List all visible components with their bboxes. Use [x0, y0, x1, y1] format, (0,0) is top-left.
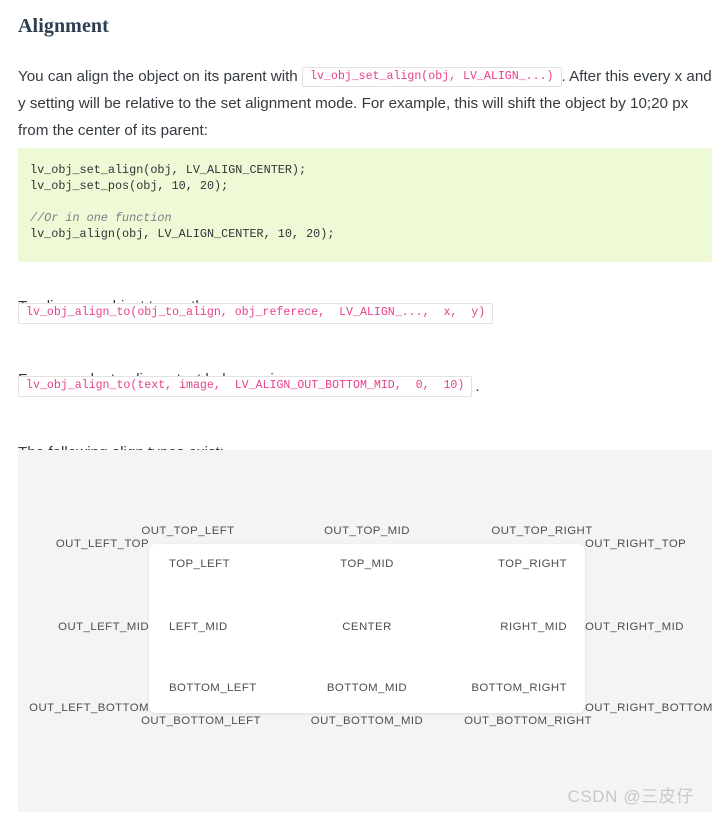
code-line-comment: //Or in one function [30, 211, 172, 225]
code-line-align: lv_obj_align(obj, LV_ALIGN_CENTER, 10, 2… [30, 227, 335, 241]
label-out-top-left: OUT_TOP_LEFT [141, 525, 235, 537]
label-out-top-right: OUT_TOP_RIGHT [491, 525, 593, 537]
label-out-top-mid: OUT_TOP_MID [324, 525, 410, 537]
code-block-content: lv_obj_set_align(obj, LV_ALIGN_CENTER); … [30, 162, 700, 242]
label-out-right-bottom: OUT_RIGHT_BOTTOM [585, 702, 712, 714]
label-out-bottom-right: OUT_BOTTOM_RIGHT [464, 715, 592, 727]
label-top-left: TOP_LEFT [169, 558, 230, 570]
label-out-right-top: OUT_RIGHT_TOP [585, 538, 687, 550]
label-out-right-mid: OUT_RIGHT_MID [585, 621, 684, 633]
label-top-right: TOP_RIGHT [497, 558, 567, 570]
label-out-left-mid: OUT_LEFT_MID [58, 621, 149, 633]
inline-code-align-to: lv_obj_align_to(obj_to_align, obj_refere… [18, 303, 494, 324]
inline-code-row-align-to: lv_obj_align_to(obj_to_align, obj_refere… [18, 303, 494, 324]
inline-code-align-to-example: lv_obj_align_to(text, image, LV_ALIGN_OU… [18, 376, 473, 397]
inline-code-set-align: lv_obj_set_align(obj, LV_ALIGN_...) [301, 66, 562, 88]
intro-text-before: You can align the object on its parent w… [18, 68, 302, 86]
inline-code-row-example: lv_obj_align_to(text, image, LV_ALIGN_OU… [18, 376, 480, 397]
page-title: Alignment [18, 15, 109, 38]
alignment-diagram: OUT_TOP_LEFT OUT_TOP_MID OUT_TOP_RIGHT O… [18, 450, 712, 812]
code-line-set-pos: lv_obj_set_pos(obj, 10, 20); [30, 179, 229, 193]
label-bottom-left: BOTTOM_LEFT [169, 682, 257, 694]
label-center: CENTER [342, 621, 392, 633]
code-block-align-center: lv_obj_set_align(obj, LV_ALIGN_CENTER); … [18, 148, 712, 262]
label-top-mid: TOP_MID [340, 558, 394, 570]
label-out-bottom-left: OUT_BOTTOM_LEFT [141, 715, 261, 727]
label-out-bottom-mid: OUT_BOTTOM_MID [310, 715, 424, 727]
code-line-set-align: lv_obj_set_align(obj, LV_ALIGN_CENTER); [30, 163, 307, 177]
label-right-mid: RIGHT_MID [500, 621, 567, 633]
label-out-left-top: OUT_LEFT_TOP [55, 538, 149, 550]
inline-code-trailing-period: . [475, 377, 480, 395]
document-page: Alignment You can align the object on it… [0, 0, 719, 821]
label-bottom-right: BOTTOM_RIGHT [471, 682, 567, 694]
label-left-mid: LEFT_MID [169, 621, 228, 633]
label-out-left-bottom: OUT_LEFT_BOTTOM [29, 702, 149, 714]
label-bottom-mid: BOTTOM_MID [326, 682, 408, 694]
csdn-watermark: CSDN @三皮仔 [567, 787, 694, 806]
intro-paragraph: You can align the object on its parent w… [18, 63, 712, 144]
